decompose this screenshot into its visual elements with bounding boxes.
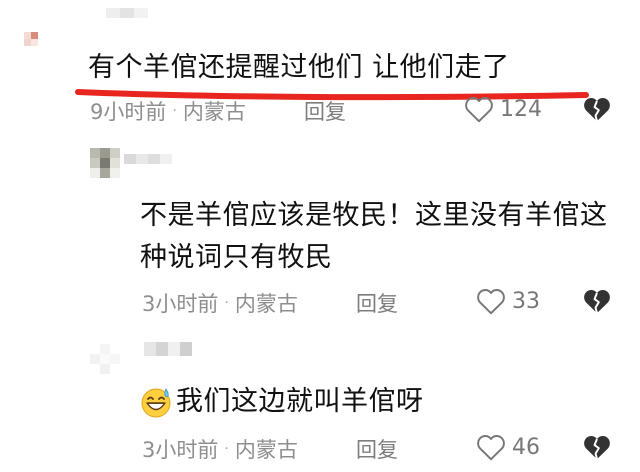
like-button[interactable]: 33 xyxy=(476,288,540,315)
like-count: 33 xyxy=(512,289,540,314)
broken-heart-icon xyxy=(584,435,610,460)
timestamp: 3小时前 xyxy=(142,292,219,316)
broken-heart-icon xyxy=(584,289,610,314)
timestamp: 3小时前 xyxy=(142,438,219,462)
dislike-button[interactable] xyxy=(582,96,612,123)
broken-heart-icon xyxy=(584,97,610,122)
comment-text-line-2: 种说词只有牧民 xyxy=(140,242,333,273)
like-count: 46 xyxy=(512,435,540,460)
heart-icon xyxy=(477,435,505,461)
comment-text-line-1: 不是羊倌应该是牧民！这里没有羊倌这 xyxy=(140,200,608,231)
location: 内蒙古 xyxy=(234,292,298,316)
like-button[interactable]: 124 xyxy=(464,96,542,123)
reply-button[interactable]: 回复 xyxy=(304,96,346,126)
username[interactable] xyxy=(124,154,172,164)
username[interactable] xyxy=(144,342,192,356)
location: 内蒙古 xyxy=(234,438,298,462)
comment-thread: 有个羊倌还提醒过他们 让他们走了 9小时前 · 内蒙古 回复 124 不是羊倌应… xyxy=(0,0,640,472)
avatar[interactable] xyxy=(90,344,120,374)
username[interactable] xyxy=(106,8,148,18)
avatar[interactable] xyxy=(90,148,120,178)
avatar[interactable] xyxy=(24,32,38,46)
dislike-button[interactable] xyxy=(582,288,612,315)
comment-meta: 3小时前 · 内蒙古 xyxy=(142,288,298,318)
comment-text: 我们这边就叫羊倌呀 xyxy=(176,386,424,417)
grinning-sweat-emoji xyxy=(141,388,171,418)
separator-dot: · xyxy=(224,441,229,457)
like-count: 124 xyxy=(500,97,542,122)
comment-meta: 9小时前 · 内蒙古 xyxy=(90,96,246,126)
comment-text: 有个羊倌还提醒过他们 让他们走了 xyxy=(88,52,510,83)
reply-button[interactable]: 回复 xyxy=(356,434,398,464)
heart-icon xyxy=(477,289,505,315)
comment-meta: 3小时前 · 内蒙古 xyxy=(142,434,298,464)
location: 内蒙古 xyxy=(182,100,246,124)
separator-dot: · xyxy=(172,103,177,119)
like-button[interactable]: 46 xyxy=(476,434,540,461)
separator-dot: · xyxy=(224,295,229,311)
heart-icon xyxy=(465,97,493,123)
dislike-button[interactable] xyxy=(582,434,612,461)
reply-button[interactable]: 回复 xyxy=(356,288,398,318)
timestamp: 9小时前 xyxy=(90,100,167,124)
